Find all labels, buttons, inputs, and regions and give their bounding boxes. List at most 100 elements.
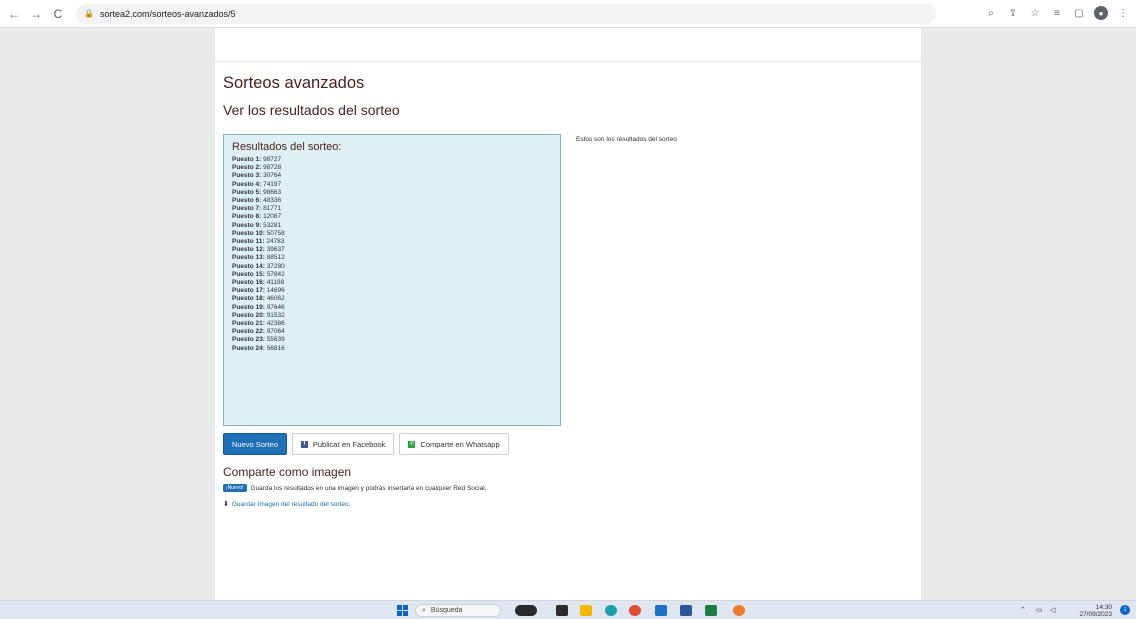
outlook-icon[interactable] <box>655 605 667 616</box>
result-value: 14696 <box>266 287 285 295</box>
result-item: Puesto 5: 98663 <box>232 189 552 197</box>
result-position: Puesto 15: <box>232 270 265 278</box>
result-value: 48336 <box>263 197 282 205</box>
profile-avatar-icon[interactable]: ● <box>1094 6 1108 20</box>
result-position: Puesto 13: <box>232 254 265 262</box>
result-value: 55639 <box>266 336 285 344</box>
share-image-text: Guarda los resultados en una imagen y po… <box>250 484 487 492</box>
main-content: Sorteos avanzados Ver los resultados del… <box>215 28 921 600</box>
page-subtitle: Ver los resultados del sorteo <box>223 102 400 118</box>
result-position: Puesto 18: <box>232 295 265 303</box>
result-position: Puesto 20: <box>232 311 265 319</box>
volume-icon[interactable]: ◁ <box>1050 606 1055 614</box>
result-item: Puesto 11: 24783 <box>232 238 552 246</box>
chrome-browser-icon[interactable] <box>629 605 641 616</box>
result-position: Puesto 22: <box>232 328 265 336</box>
search-icon: ⌕ <box>422 606 426 614</box>
address-bar[interactable]: 🔒 sortea2.com/sorteos-avanzados/5 <box>76 3 936 24</box>
zoom-icon[interactable]: ⌕ <box>984 6 998 20</box>
tray-chevron-icon[interactable]: ⌃ <box>1020 606 1026 614</box>
network-icon[interactable]: ▭ <box>1036 606 1043 614</box>
save-image-label: Guardar Imagen del resultado del sorteo. <box>231 500 351 508</box>
result-value: 81771 <box>263 205 282 213</box>
result-item: Puesto 22: 97064 <box>232 328 552 336</box>
windows-start-icon[interactable] <box>397 605 408 616</box>
clock[interactable]: 14:30 27/09/2023 <box>1079 604 1112 618</box>
share-image-title: Comparte como imagen <box>223 465 352 479</box>
results-list: Puesto 1: 98727 Puesto 2: 98728 Puesto 3: … <box>232 156 552 353</box>
result-value: 56816 <box>266 344 285 352</box>
side-note: Estos son los resultados del sorteo <box>576 136 677 143</box>
whatsapp-icon: ✆ <box>408 440 416 448</box>
result-position: Puesto 9: <box>232 221 262 229</box>
result-item: Puesto 24: 56816 <box>232 345 552 353</box>
result-value: 50758 <box>266 229 285 237</box>
result-value: 30764 <box>263 172 282 180</box>
new-draw-button[interactable]: Nuevo Sorteo <box>223 433 287 455</box>
result-item: Puesto 17: 14696 <box>232 287 552 295</box>
header-strip <box>215 28 921 62</box>
excel-icon[interactable] <box>705 605 717 616</box>
reading-list-icon[interactable]: ≡ <box>1050 6 1064 20</box>
result-position: Puesto 19: <box>232 303 265 311</box>
word-icon[interactable] <box>680 605 692 616</box>
share-icon[interactable]: ⇪ <box>1006 6 1020 20</box>
result-value: 97064 <box>266 328 285 336</box>
taskbar-search[interactable]: ⌕ Búsqueda <box>415 604 501 617</box>
result-item: Puesto 23: 55639 <box>232 336 552 344</box>
result-item: Puesto 1: 98727 <box>232 156 552 164</box>
file-explorer-icon[interactable] <box>580 605 592 616</box>
result-position: Puesto 7: <box>232 205 262 213</box>
task-view-icon[interactable] <box>556 605 568 616</box>
whatsapp-label: Comparte en Whatsapp <box>420 439 500 449</box>
notification-icon[interactable]: 1 <box>1120 605 1130 615</box>
side-panel-icon[interactable]: ▢ <box>1072 6 1086 20</box>
url-text: sortea2.com/sorteos-avanzados/5 <box>99 8 236 19</box>
result-item: Puesto 3: 30764 <box>232 172 552 180</box>
facebook-share-button[interactable]: f Publicar en Facebook <box>291 433 395 455</box>
result-item: Puesto 6: 48336 <box>232 197 552 205</box>
result-position: Puesto 23: <box>232 336 265 344</box>
result-item: Puesto 13: 88512 <box>232 254 552 262</box>
whatsapp-share-button[interactable]: ✆ Comparte en Whatsapp <box>399 433 509 455</box>
result-position: Puesto 8: <box>232 213 262 221</box>
lock-icon: 🔒 <box>84 9 94 18</box>
result-item: Puesto 4: 74197 <box>232 181 552 189</box>
edge-browser-icon[interactable] <box>605 605 617 616</box>
result-item: Puesto 9: 53281 <box>232 222 552 230</box>
result-position: Puesto 17: <box>232 287 265 295</box>
taskbar: ⌕ Búsqueda ⌃ ▭ ◁ 14:30 27/09/2023 1 <box>0 600 1136 619</box>
result-position: Puesto 14: <box>232 262 265 270</box>
result-position: Puesto 6: <box>232 197 262 205</box>
results-title: Resultados del sorteo: <box>232 141 342 153</box>
result-item: Puesto 2: 98728 <box>232 164 552 172</box>
back-icon[interactable]: ← <box>6 6 22 22</box>
result-value: 74197 <box>263 180 282 188</box>
new-draw-label: Nuevo Sorteo <box>232 439 278 449</box>
result-value: 98728 <box>263 164 282 172</box>
facebook-label: Publicar en Facebook <box>312 439 386 449</box>
widget-app-icon[interactable] <box>515 605 537 616</box>
browser-toolbar: ← → C 🔒 sortea2.com/sorteos-avanzados/5 … <box>0 0 1136 28</box>
result-item: Puesto 16: 41188 <box>232 279 552 287</box>
result-value: 53281 <box>263 221 282 229</box>
result-item: Puesto 10: 50758 <box>232 230 552 238</box>
result-value: 37280 <box>266 262 285 270</box>
facebook-icon: f <box>300 440 308 448</box>
result-value: 41188 <box>266 279 285 287</box>
result-value: 24783 <box>266 238 285 246</box>
download-icon: ⬇ <box>223 501 229 508</box>
result-item: Puesto 21: 42386 <box>232 320 552 328</box>
result-value: 57842 <box>266 270 285 278</box>
app-icon[interactable] <box>733 605 745 616</box>
reload-icon[interactable]: C <box>50 6 66 22</box>
result-value: 98663 <box>263 188 282 196</box>
forward-icon[interactable]: → <box>28 6 44 22</box>
result-item: Puesto 12: 39637 <box>232 246 552 254</box>
result-item: Puesto 8: 12087 <box>232 213 552 221</box>
menu-icon[interactable]: ⋮ <box>1116 6 1130 20</box>
save-image-link[interactable]: ⬇ Guardar Imagen del resultado del sorte… <box>223 500 351 509</box>
share-image-info: ¡Nuevo! Guarda los resultados en una ima… <box>223 484 486 492</box>
clock-time: 14:30 <box>1095 604 1112 611</box>
bookmark-star-icon[interactable]: ☆ <box>1028 6 1042 20</box>
